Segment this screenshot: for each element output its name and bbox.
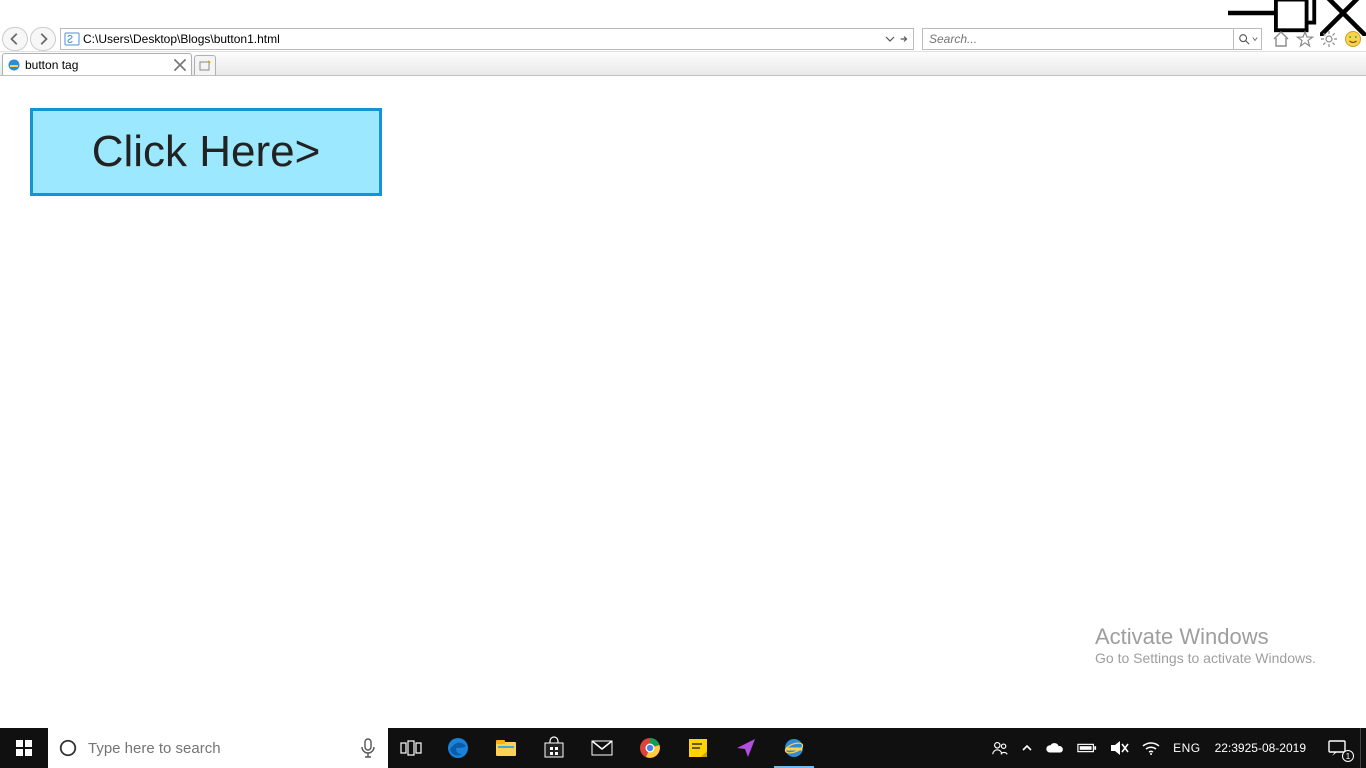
tab-title: button tag [25,58,169,72]
address-input[interactable] [83,29,881,49]
system-tray: ENG 22:39 25-08-2019 1 [985,728,1366,768]
clock-time: 22:39 [1215,741,1245,755]
page-favicon-icon [64,31,80,47]
browser-search-button[interactable] [1233,29,1261,49]
browser-toolbar [0,26,1366,52]
clock[interactable]: 22:39 25-08-2019 [1207,728,1314,768]
action-center-icon[interactable]: 1 [1314,728,1360,768]
address-bar[interactable] [60,28,914,50]
settings-gear-icon[interactable] [1320,30,1338,48]
taskbar-search-input[interactable] [88,729,348,767]
activate-windows-watermark: Activate Windows Go to Settings to activ… [1095,624,1316,666]
window-titlebar [0,0,1366,26]
taskbar-app-file-explorer[interactable] [482,728,530,768]
notification-count-badge: 1 [1342,750,1354,762]
battery-icon[interactable] [1071,728,1103,768]
people-icon[interactable] [985,728,1015,768]
toolbar-icons [1272,30,1362,48]
language-indicator[interactable]: ENG [1167,728,1207,768]
ie-favicon-icon [7,58,21,72]
start-button[interactable] [0,728,48,768]
taskbar: ENG 22:39 25-08-2019 1 [0,728,1366,768]
watermark-title: Activate Windows [1095,624,1316,650]
mic-icon[interactable] [348,738,388,758]
nav-forward-button[interactable] [30,27,56,51]
click-here-button[interactable]: Click Here> [30,108,382,196]
taskbar-app-send[interactable] [722,728,770,768]
taskbar-app-store[interactable] [530,728,578,768]
volume-mute-icon[interactable] [1103,728,1135,768]
taskbar-app-ie[interactable] [770,728,818,768]
browser-search-input[interactable] [923,32,1233,46]
window-maximize-button[interactable] [1274,0,1320,26]
taskbar-apps [434,728,818,768]
taskbar-app-sticky-notes[interactable] [674,728,722,768]
feedback-smile-icon[interactable] [1344,30,1362,48]
refresh-dropdown-icon[interactable] [885,34,895,44]
home-icon[interactable] [1272,30,1290,48]
tab-active[interactable]: button tag [2,53,192,75]
tray-chevron-icon[interactable] [1015,728,1039,768]
onedrive-icon[interactable] [1039,728,1071,768]
nav-back-button[interactable] [2,27,28,51]
page-viewport: Click Here> Activate Windows Go to Setti… [0,76,1366,728]
clock-date: 25-08-2019 [1245,741,1306,755]
window-controls [1228,0,1366,26]
address-actions [881,34,913,44]
cortana-icon[interactable] [48,738,88,758]
wifi-icon[interactable] [1135,728,1167,768]
go-arrow-icon[interactable] [899,34,909,44]
window-close-button[interactable] [1320,0,1366,26]
tab-strip: button tag [0,52,1366,76]
taskbar-app-edge[interactable] [434,728,482,768]
taskbar-search[interactable] [48,728,388,768]
taskbar-app-mail[interactable] [578,728,626,768]
taskbar-app-chrome[interactable] [626,728,674,768]
task-view-button[interactable] [388,740,434,756]
browser-search-bar[interactable] [922,28,1262,50]
show-desktop-button[interactable] [1360,728,1366,768]
window-minimize-button[interactable] [1228,0,1274,26]
favorites-star-icon[interactable] [1296,30,1314,48]
new-tab-button[interactable] [194,55,216,75]
watermark-subtitle: Go to Settings to activate Windows. [1095,650,1316,666]
tab-close-icon[interactable] [173,58,187,72]
